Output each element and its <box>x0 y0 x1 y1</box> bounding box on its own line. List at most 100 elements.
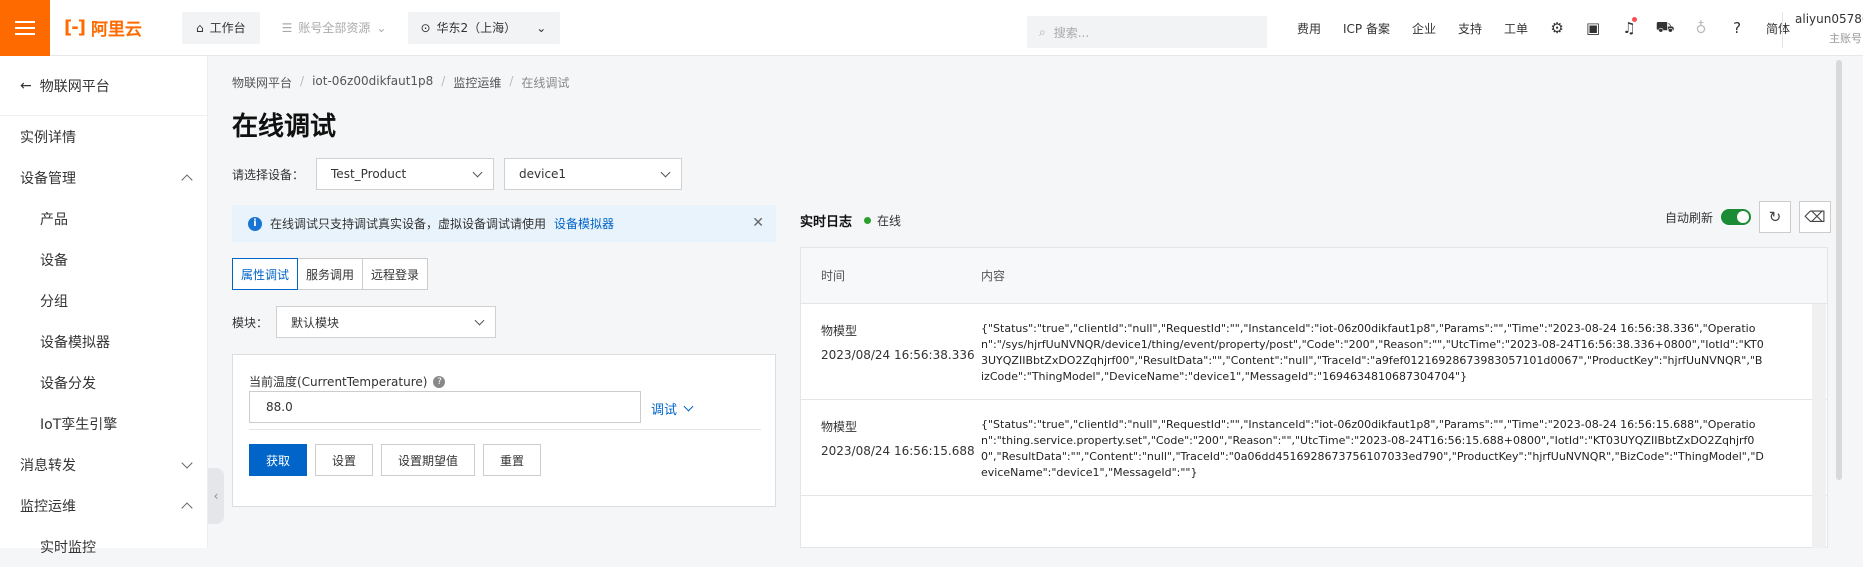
chevron-down-icon <box>660 167 671 177</box>
status-dot <box>864 217 872 224</box>
sidebar-nav: 实例详情设备管理产品设备分组设备模拟器 设备分发 IoT孪生引擎消息转发监控运维实时… <box>0 116 207 567</box>
bulb-icon[interactable]: ♁ <box>1683 19 1719 37</box>
breadcrumb-item[interactable]: iot-06z00dikfaut1p8 <box>312 74 433 91</box>
sidebar-item[interactable]: 产品 <box>0 198 207 239</box>
sidebar-item[interactable]: 设备管理 <box>0 157 207 198</box>
user-role: 主账号 <box>1829 32 1862 45</box>
table-row: 物模型 2023/08/24 16:56:38.336 {"Status":"t… <box>801 304 1827 400</box>
product-select[interactable]: Test_Product <box>316 158 495 190</box>
sidebar-item-label: 实时监控 <box>40 539 96 556</box>
sidebar-item-label: 设备管理 <box>20 170 76 187</box>
sidebar-item-label: 实例详情 <box>20 129 76 146</box>
property-label: 当前温度(CurrentTemperature) ? <box>249 373 446 390</box>
reset-button[interactable]: 重置 <box>483 444 542 476</box>
page-scrollbar-thumb[interactable] <box>1836 60 1842 480</box>
chevron-left-icon: ‹ <box>213 489 219 503</box>
sidebar-item[interactable]: 监控运维 <box>0 485 207 526</box>
log-tools: 自动刷新 ↻ ⌫ <box>1665 201 1832 233</box>
chevron-down-icon <box>181 456 193 469</box>
online-status: 在线 <box>864 212 901 229</box>
link-icp[interactable]: ICP 备案 <box>1332 20 1401 37</box>
main-content: 物联网平台 / iot-06z00dikfaut1p8 / 监控运维 / 在线调… <box>232 56 1847 548</box>
sidebar-item-label: 产品 <box>40 211 68 228</box>
workbench-button[interactable]: ⌂ 工作台 <box>182 11 260 44</box>
hamburger-icon <box>15 17 35 39</box>
help-icon[interactable]: ? <box>1719 19 1755 37</box>
search-icon: ⌕ <box>1039 24 1046 39</box>
debug-tabs: 属性调试 服务调用 远程登录 <box>232 258 429 290</box>
property-panel: 当前温度(CurrentTemperature) ? 88.0 调试 获取 设置… <box>232 354 776 507</box>
sidebar-item[interactable]: 实例详情 <box>0 116 207 157</box>
logo-text: 阿里云 <box>90 20 142 40</box>
logo-mark: [-] <box>64 17 86 38</box>
tab-remote-login[interactable]: 远程登录 <box>362 258 429 290</box>
col-content: 内容 <box>981 269 1006 283</box>
sidebar-item[interactable]: 设备模拟器 <box>0 321 207 362</box>
action-buttons: 获取 设置 设置期望值 重置 <box>249 444 542 476</box>
sidebar-item[interactable]: IoT孪生引擎 <box>0 403 207 444</box>
sidebar-item-label: 分组 <box>40 293 68 310</box>
link-support[interactable]: 支持 <box>1447 20 1493 37</box>
sidebar-collapse-toggle[interactable]: ‹ <box>208 468 224 524</box>
module-select[interactable]: 默认模块 <box>276 306 497 338</box>
cart-icon[interactable]: ⛟ <box>1647 18 1683 38</box>
debug-dropdown[interactable]: 调试 <box>651 399 694 418</box>
sidebar-back[interactable]: ← 物联网平台 <box>0 56 207 116</box>
tab-property-debug[interactable]: 属性调试 <box>232 258 299 290</box>
link-fees[interactable]: 费用 <box>1286 20 1332 37</box>
breadcrumb-item[interactable]: 物联网平台 <box>232 74 292 91</box>
link-enterprise[interactable]: 企业 <box>1401 20 1447 37</box>
module-row: 模块： 默认模块 <box>232 306 497 338</box>
notification-dot <box>1632 17 1638 22</box>
log-header: 实时日志 在线 <box>800 211 901 230</box>
breadcrumb: 物联网平台 / iot-06z00dikfaut1p8 / 监控运维 / 在线调… <box>232 74 570 91</box>
log-type: 物模型 <box>821 420 858 434</box>
sidebar-item[interactable]: 分组 <box>0 280 207 321</box>
resource-selector[interactable]: ☰ 账号全部资源 ⌄ <box>267 11 401 44</box>
region-selector[interactable]: ⊙ 华东2（上海） ⌄ <box>408 11 561 44</box>
sidebar-item-label: 消息转发 <box>20 457 76 474</box>
home-icon: ⌂ <box>196 20 204 35</box>
chevron-up-icon <box>181 501 193 514</box>
search-input[interactable]: ⌕ 搜索... <box>1027 16 1267 48</box>
sidebar-item-label: IoT孪生引擎 <box>40 416 118 433</box>
chevron-down-icon <box>474 315 485 325</box>
set-button[interactable]: 设置 <box>315 444 374 476</box>
sidebar-item[interactable]: 设备分发 <box>0 362 207 403</box>
link-ticket[interactable]: 工单 <box>1493 20 1539 37</box>
menu-button[interactable] <box>0 0 50 56</box>
terminal-icon[interactable]: ▣ <box>1575 19 1611 37</box>
user-account[interactable]: aliyun05786... 主账号 <box>1782 12 1863 48</box>
auto-refresh-toggle[interactable] <box>1721 209 1752 225</box>
log-time: 2023/08/24 16:56:38.336 <box>821 348 975 362</box>
user-name: aliyun05786... <box>1795 12 1863 26</box>
table-row: 物模型 2023/08/24 16:56:15.688 {"Status":"t… <box>801 400 1827 496</box>
chevron-down-icon <box>472 167 483 177</box>
refresh-icon[interactable]: ↻ <box>1759 201 1792 233</box>
sidebar-item-label: 监控运维 <box>20 498 76 515</box>
location-icon: ⊙ <box>420 20 431 35</box>
set-expected-button[interactable]: 设置期望值 <box>381 444 476 476</box>
log-scrollbar[interactable] <box>1812 304 1826 548</box>
sidebar-item[interactable]: 消息转发 <box>0 444 207 485</box>
breadcrumb-item[interactable]: 监控运维 <box>453 74 501 91</box>
question-icon[interactable]: ? <box>433 375 446 388</box>
notice-text: 在线调试只支持调试真实设备，虚拟设备调试请使用 <box>270 217 547 231</box>
tab-service-call[interactable]: 服务调用 <box>297 258 364 290</box>
sidebar-item[interactable]: 设备 <box>0 239 207 280</box>
device-select-label: 请选择设备： <box>232 167 305 182</box>
log-title: 实时日志 <box>800 215 853 230</box>
list-icon: ☰ <box>281 20 293 35</box>
close-icon[interactable]: ✕ <box>752 215 764 231</box>
robot-icon[interactable]: ⚙ <box>1539 19 1575 37</box>
chevron-down-icon: ⌄ <box>536 20 547 35</box>
sidebar-item[interactable]: 实时监控 <box>0 526 207 567</box>
clear-log-icon[interactable]: ⌫ <box>1799 201 1832 233</box>
property-value-input[interactable]: 88.0 <box>249 391 641 423</box>
aliyun-logo[interactable]: [-] 阿里云 <box>64 15 174 40</box>
bell-icon[interactable]: ♫ <box>1611 17 1647 37</box>
simulator-link[interactable]: 设备模拟器 <box>554 215 614 232</box>
get-button[interactable]: 获取 <box>249 444 308 476</box>
page-title: 在线调试 <box>232 112 337 142</box>
device-select[interactable]: device1 <box>504 158 683 190</box>
